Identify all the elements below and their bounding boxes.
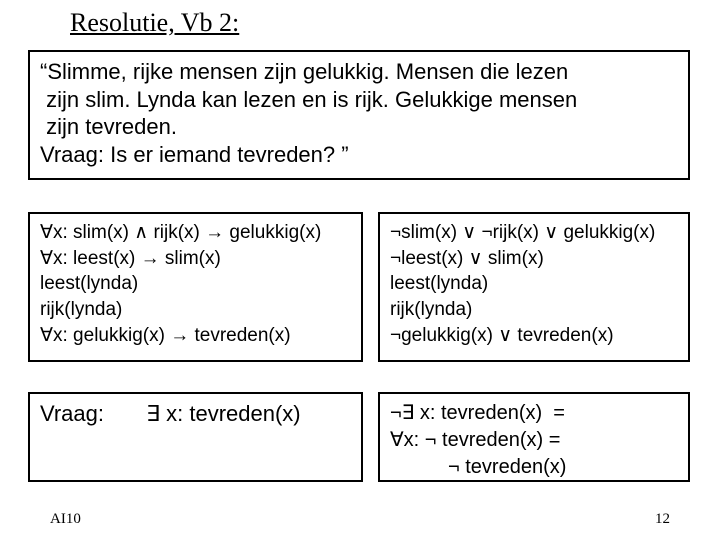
- question-expr: ∃ x: tevreden(x): [146, 401, 301, 426]
- premise-1: ∀x: slim(x) ∧ rijk(x) → gelukkig(x): [40, 220, 351, 246]
- page-title: Resolutie, Vb 2:: [70, 8, 239, 38]
- intro-line-3: zijn tevreden.: [40, 113, 678, 141]
- clause-1: ¬slim(x) ∨ ¬rijk(x) ∨ gelukkig(x): [390, 220, 678, 246]
- question-box: Vraag: ∃ x: tevreden(x): [28, 392, 363, 482]
- footer-course-code: AI10: [50, 511, 81, 528]
- premises-cnf-box: ¬slim(x) ∨ ¬rijk(x) ∨ gelukkig(x) ¬leest…: [378, 212, 690, 362]
- clause-4: rijk(lynda): [390, 297, 678, 323]
- clause-2: ¬leest(x) ∨ slim(x): [390, 246, 678, 272]
- intro-line-2: zijn slim. Lynda kan lezen en is rijk. G…: [40, 86, 678, 114]
- premises-original-box: ∀x: slim(x) ∧ rijk(x) → gelukkig(x) ∀x: …: [28, 212, 363, 362]
- neg-line-2: ∀x: ¬ tevreden(x) =: [390, 427, 678, 454]
- premise-2: ∀x: leest(x) → slim(x): [40, 246, 351, 272]
- premise-5: ∀x: gelukkig(x) → tevreden(x): [40, 323, 351, 349]
- intro-line-4: Vraag: Is er iemand tevreden? ”: [40, 141, 678, 169]
- footer-page-number: 12: [655, 511, 670, 528]
- premise-3: leest(lynda): [40, 271, 351, 297]
- negated-goal-box: ¬∃ x: tevreden(x) = ∀x: ¬ tevreden(x) = …: [378, 392, 690, 482]
- premise-4: rijk(lynda): [40, 297, 351, 323]
- intro-box: “Slimme, rijke mensen zijn gelukkig. Men…: [28, 50, 690, 180]
- clause-5: ¬gelukkig(x) ∨ tevreden(x): [390, 323, 678, 349]
- neg-line-3: ¬ tevreden(x): [390, 454, 678, 481]
- clause-3: leest(lynda): [390, 271, 678, 297]
- intro-line-1: “Slimme, rijke mensen zijn gelukkig. Men…: [40, 58, 678, 86]
- neg-line-1: ¬∃ x: tevreden(x) =: [390, 400, 678, 427]
- question-label: Vraag:: [40, 400, 140, 429]
